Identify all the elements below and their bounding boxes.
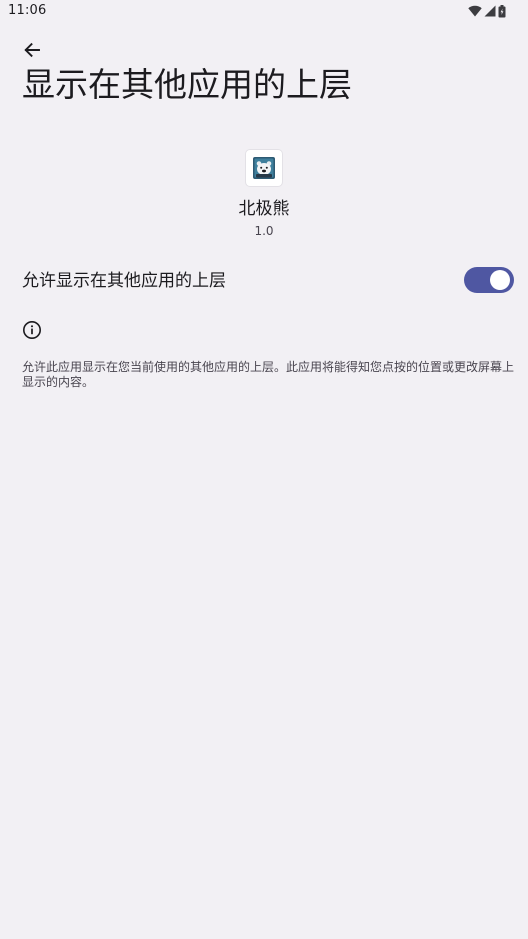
- page-title: 显示在其他应用的上层: [22, 65, 352, 104]
- app-icon: [246, 150, 282, 186]
- toggle-thumb: [490, 270, 510, 290]
- app-name: 北极熊: [238, 199, 290, 219]
- permission-toggle-switch[interactable]: [464, 267, 514, 293]
- info-icon: [22, 320, 42, 340]
- status-bar: 11:06: [0, 0, 528, 22]
- app-version: 1.0: [254, 224, 274, 238]
- app-header: 北极熊 1.0: [0, 150, 528, 239]
- status-icons: [468, 4, 506, 18]
- arrow-back-icon: [24, 42, 40, 58]
- battery-icon: [498, 4, 506, 17]
- polar-bear-app-icon: [253, 157, 275, 179]
- status-time: 11:06: [8, 3, 47, 18]
- permission-toggle-label: 允许显示在其他应用的上层: [22, 271, 226, 291]
- wifi-icon: [468, 5, 482, 17]
- permission-toggle-row[interactable]: 允许显示在其他应用的上层: [0, 258, 528, 304]
- signal-icon: [484, 5, 496, 17]
- permission-description: 允许此应用显示在您当前使用的其他应用的上层。此应用将能得知您点按的位置或更改屏幕…: [22, 360, 515, 389]
